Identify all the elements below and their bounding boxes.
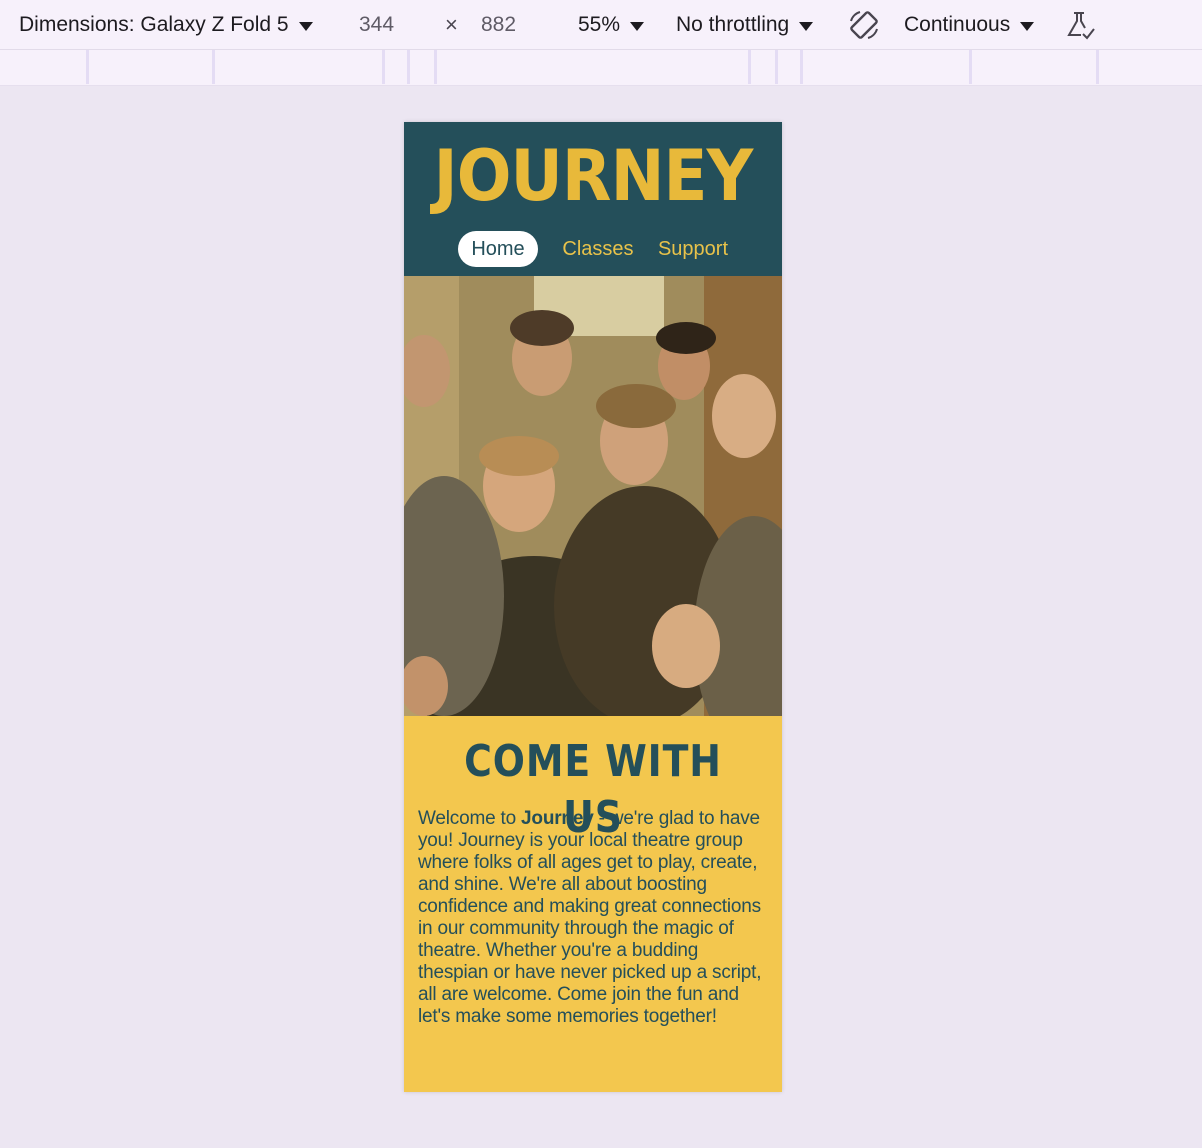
- flask-icon[interactable]: [1064, 0, 1096, 50]
- nav-home[interactable]: Home: [458, 231, 538, 267]
- rotate-icon[interactable]: [847, 0, 881, 50]
- media-query-bar: [0, 50, 1202, 86]
- width-input[interactable]: 344: [359, 0, 394, 50]
- chevron-down-icon: [1020, 21, 1035, 31]
- media-query-marker[interactable]: [86, 50, 89, 84]
- intro-prefix: Welcome to: [418, 808, 522, 829]
- mode-dropdown[interactable]: Continuous: [904, 0, 1035, 50]
- media-query-marker[interactable]: [748, 50, 751, 84]
- dimensions-label: Dimensions: Galaxy Z Fold 5: [19, 13, 289, 36]
- mode-label: Continuous: [904, 13, 1011, 36]
- intro-brand: Journey: [521, 808, 594, 829]
- media-query-marker[interactable]: [212, 50, 215, 84]
- throttling-label: No throttling: [676, 13, 790, 36]
- main-nav: Home Classes Support: [404, 231, 782, 267]
- chevron-down-icon: [630, 21, 645, 31]
- site-header: JOURNEY Home Classes Support: [404, 122, 782, 276]
- media-query-marker[interactable]: [434, 50, 437, 84]
- device-viewport: JOURNEY Home Classes Support COME WITH U…: [404, 122, 782, 1092]
- device-toolbar: Dimensions: Galaxy Z Fold 5 344 × 882 55…: [0, 0, 1202, 50]
- times-icon: ×: [445, 12, 458, 37]
- zoom-label: 55%: [578, 13, 621, 36]
- height-input[interactable]: 882: [481, 0, 516, 50]
- group-photo-image: [404, 276, 782, 716]
- hero-photo: [404, 276, 782, 716]
- dimensions-dropdown[interactable]: Dimensions: Galaxy Z Fold 5: [19, 0, 313, 50]
- media-query-marker[interactable]: [969, 50, 972, 84]
- intro-body: - we're glad to have you! Journey is you…: [418, 808, 762, 1027]
- chevron-down-icon: [298, 21, 313, 31]
- zoom-dropdown[interactable]: 55%: [578, 0, 645, 50]
- media-query-marker[interactable]: [1096, 50, 1099, 84]
- nav-support[interactable]: Support: [654, 231, 732, 267]
- media-query-marker[interactable]: [800, 50, 803, 84]
- media-query-marker[interactable]: [382, 50, 385, 84]
- nav-classes[interactable]: Classes: [558, 231, 638, 267]
- media-query-marker[interactable]: [407, 50, 410, 84]
- intro-paragraph: Welcome to Journey - we're glad to have …: [418, 808, 763, 1028]
- media-query-marker[interactable]: [775, 50, 778, 84]
- welcome-section: COME WITH US Welcome to Journey - we're …: [404, 716, 782, 1092]
- chevron-down-icon: [799, 21, 814, 31]
- site-logo[interactable]: JOURNEY: [419, 136, 767, 216]
- throttling-dropdown[interactable]: No throttling: [676, 0, 814, 50]
